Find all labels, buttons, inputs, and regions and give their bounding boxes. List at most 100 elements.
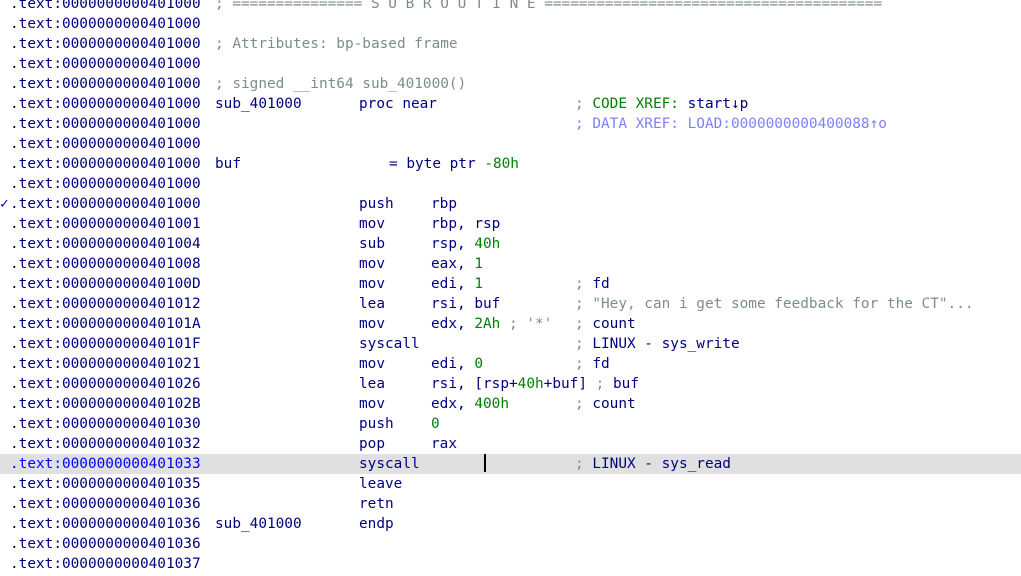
listing-line[interactable]: .text:0000000000401026 lea rsi, [rsp+40h+b… [0,374,1021,394]
operand-register[interactable]: edi [431,276,457,292]
operand-register[interactable]: rsi [431,296,457,312]
listing-line[interactable]: .text:0000000000401037 [0,554,1021,574]
listing-line[interactable]: .text:0000000000401000 [0,134,1021,154]
listing-line[interactable]: .text:0000000000401000 [0,54,1021,74]
mnemonic[interactable]: mov [359,354,385,374]
mnemonic[interactable]: syscall [359,454,420,474]
address[interactable]: .text:0000000000401032 [10,434,201,454]
listing-line[interactable]: .text:0000000000401000 sub_401000 proc nea… [0,94,1021,114]
comment-text[interactable]: LINUX - sys_write [592,336,739,352]
address[interactable]: .text:0000000000401000 [10,154,201,174]
operands[interactable]: edx, 400h [431,394,509,414]
label-name[interactable]: buf [215,154,241,174]
listing-line[interactable]: .text:0000000000401000 [0,174,1021,194]
listing-line[interactable]: .text:0000000000401032 pop rax [0,434,1021,454]
mnemonic[interactable]: mov [359,274,385,294]
mnemonic[interactable]: push [359,194,394,214]
comment-text[interactable]: count [592,316,635,332]
listing-line[interactable]: .text:0000000000401001 mov rbp, rsp [0,214,1021,234]
operand-register[interactable]: rsp [483,376,509,392]
mnemonic[interactable]: mov [359,214,385,234]
listing-line[interactable]: .text:0000000000401000 ; signed __int64 s… [0,74,1021,94]
address[interactable]: .text:0000000000401000 [10,34,201,54]
listing-line[interactable]: .text:0000000000401000 ; DATA XREF: LOAD:… [0,114,1021,134]
address[interactable]: .text:0000000000401000 [10,114,201,134]
mnemonic[interactable]: sub [359,234,385,254]
mnemonic[interactable]: syscall [359,334,420,354]
mnemonic[interactable]: lea [359,374,385,394]
listing-line[interactable]: ✓ .text:0000000000401000 push rbp [0,194,1021,214]
comment-text[interactable]: count [592,396,635,412]
operands[interactable]: rbp [431,194,457,214]
address[interactable]: .text:0000000000401004 [10,234,201,254]
mnemonic[interactable]: retn [359,494,394,514]
address[interactable]: .text:000000000040101A [10,314,201,334]
listing-line[interactable]: .text:0000000000401036 sub_401000 endp [0,514,1021,534]
address[interactable]: .text:0000000000401026 [10,374,201,394]
address[interactable]: .text:0000000000401000 [10,14,201,34]
operand-register[interactable]: edi [431,356,457,372]
address[interactable]: .text:0000000000401036 [10,514,201,534]
address[interactable]: .text:0000000000401033 [10,454,201,474]
address[interactable]: .text:0000000000401001 [10,214,201,234]
operand-register[interactable]: rbp [431,196,457,212]
data-xref[interactable]: ; DATA XREF: LOAD:0000000000400088↑o [575,116,887,132]
operand-register[interactable]: rsp [431,236,457,252]
operand-register[interactable]: rbp [431,216,457,232]
operands[interactable]: rax [431,434,457,454]
listing-line[interactable]: .text:0000000000401036 [0,534,1021,554]
address[interactable]: .text:0000000000401030 [10,414,201,434]
operands[interactable]: eax, 1 [431,254,483,274]
operand-register[interactable]: rsi [431,376,457,392]
operand-register[interactable]: eax [431,256,457,272]
operand-register[interactable]: edx [431,396,457,412]
operand-register[interactable]: buf [474,296,500,312]
disassembly-listing[interactable]: .text:0000000000401000 ; =============== … [0,0,1021,574]
operands[interactable]: 0 [431,414,440,434]
operands[interactable]: edi, 1 [431,274,483,294]
comment-text[interactable]: fd [592,356,609,372]
listing-line[interactable]: .text:000000000040102B mov edx, 400h; coun… [0,394,1021,414]
comment-text[interactable]: start↓p [688,96,749,112]
mnemonic[interactable]: pop [359,434,385,454]
label-name[interactable]: sub_401000 [215,94,302,114]
listing-line[interactable]: .text:000000000040100D mov edi, 1; fd [0,274,1021,294]
address[interactable]: .text:0000000000401008 [10,254,201,274]
address[interactable]: .text:000000000040100D [10,274,201,294]
operand-register[interactable]: rsp [474,216,500,232]
listing-line[interactable]: .text:0000000000401021 mov edi, 0; fd [0,354,1021,374]
mnemonic[interactable]: mov [359,254,385,274]
operands[interactable]: rsi, buf [431,294,500,314]
address[interactable]: .text:0000000000401000 [10,54,201,74]
address[interactable]: .text:0000000000401000 [10,134,201,154]
mnemonic[interactable]: endp [359,514,394,534]
operand-variable[interactable]: buf [552,376,578,392]
label-name[interactable]: sub_401000 [215,514,302,534]
listing-line[interactable]: .text:0000000000401008 mov eax, 1 [0,254,1021,274]
comment-text[interactable]: fd [592,276,609,292]
operands[interactable]: edi, 0 [431,354,483,374]
listing-line[interactable]: .text:000000000040101A mov edx, 2Ah ; '*';… [0,314,1021,334]
operand-register[interactable]: edx [431,316,457,332]
mnemonic[interactable]: proc near [359,94,437,114]
comment-text[interactable]: LINUX - sys_read [592,456,731,472]
address[interactable]: .text:0000000000401037 [10,554,201,574]
listing-line[interactable]: .text:0000000000401012 lea rsi, buf ; "Hey,… [0,294,1021,314]
mnemonic[interactable]: push [359,414,394,434]
address[interactable]: .text:0000000000401000 [10,194,201,214]
operand-register[interactable]: rax [431,436,457,452]
listing-line[interactable]: .text:0000000000401000 ; =============== … [0,0,1021,14]
listing-line[interactable]: .text:0000000000401000 ; Attributes: bp-b… [0,34,1021,54]
listing-line[interactable]: .text:0000000000401000 [0,14,1021,34]
address[interactable]: .text:0000000000401035 [10,474,201,494]
selected-line[interactable]: .text:0000000000401033 syscall; LINUX - s… [0,454,1021,474]
operands[interactable]: edx, 2Ah ; '*' [431,314,552,334]
address[interactable]: .text:000000000040101F [10,334,201,354]
address[interactable]: .text:0000000000401036 [10,534,201,554]
operands[interactable]: rbp, rsp [431,214,500,234]
address[interactable]: .text:0000000000401000 [10,174,201,194]
address[interactable]: .text:0000000000401021 [10,354,201,374]
mnemonic[interactable]: leave [359,474,402,494]
address[interactable]: .text:000000000040102B [10,394,201,414]
address[interactable]: .text:0000000000401036 [10,494,201,514]
